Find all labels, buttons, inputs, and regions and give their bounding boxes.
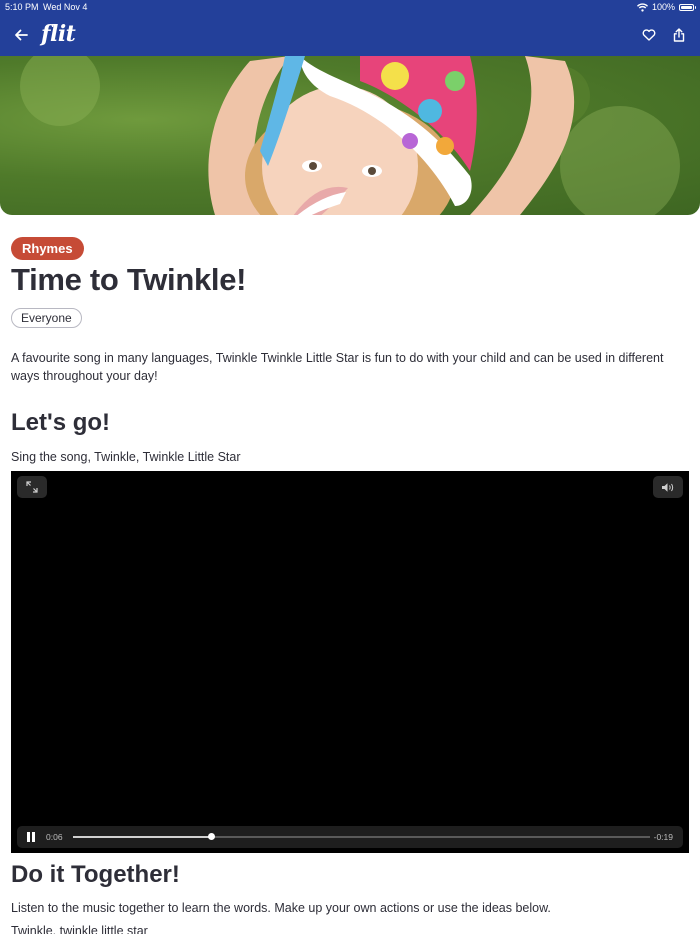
- volume-icon: [662, 482, 674, 492]
- app-logo: flit: [41, 21, 76, 47]
- video-scrubber[interactable]: [73, 833, 650, 840]
- expand-icon: [26, 481, 38, 493]
- lets-go-text: Sing the song, Twinkle, Twinkle Little S…: [11, 450, 241, 464]
- share-button[interactable]: [668, 24, 690, 46]
- status-indicators: 100%: [636, 0, 696, 14]
- lyrics-first-line: Twinkle, twinkle little star: [11, 924, 148, 934]
- volume-button[interactable]: [653, 476, 683, 498]
- activity-description: A favourite song in many languages, Twin…: [11, 351, 664, 383]
- arrow-left-icon: [15, 29, 28, 41]
- nav-bar: flit: [0, 18, 700, 52]
- together-text: Listen to the music together to learn th…: [11, 901, 551, 915]
- share-icon: [673, 28, 685, 42]
- app-header: 5:10 PM Wed Nov 4 100% flit: [0, 0, 700, 56]
- page-title: Time to Twinkle!: [11, 262, 247, 297]
- battery-icon: [679, 3, 696, 11]
- pause-icon[interactable]: [25, 831, 37, 843]
- hero-image: [0, 56, 700, 215]
- favorite-button[interactable]: [638, 24, 660, 46]
- wifi-icon: [636, 2, 648, 12]
- heart-outline-icon: [642, 29, 656, 41]
- back-button[interactable]: [10, 24, 32, 46]
- category-badge[interactable]: Rhymes: [11, 237, 84, 260]
- status-date: Wed Nov 4: [43, 2, 88, 12]
- lets-go-heading: Let's go!: [11, 409, 111, 436]
- fullscreen-button[interactable]: [17, 476, 47, 498]
- scrubber-handle[interactable]: [208, 833, 216, 840]
- video-controls: 0:06 -0:19: [17, 826, 683, 848]
- audience-chip[interactable]: Everyone: [11, 308, 82, 328]
- time-elapsed: 0:06: [46, 832, 63, 842]
- scrubber-progress: [73, 836, 212, 838]
- together-heading: Do it Together!: [11, 861, 180, 888]
- status-bar: 5:10 PM Wed Nov 4 100%: [0, 0, 700, 14]
- video-player[interactable]: 0:06 -0:19: [11, 471, 689, 853]
- status-time: 5:10 PM: [5, 2, 39, 12]
- time-remaining: -0:19: [653, 832, 673, 842]
- battery-percent: 100%: [651, 2, 675, 12]
